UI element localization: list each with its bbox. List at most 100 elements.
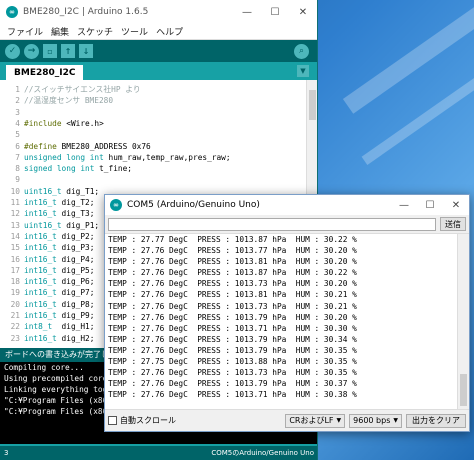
serial-output-line: TEMP : 27.76 DegC PRESS : 1013.81 hPa HU…	[108, 257, 357, 267]
tab-bme280-i2c[interactable]: BME280_I2C	[6, 65, 84, 80]
serial-output-line: TEMP : 27.76 DegC PRESS : 1013.71 hPa HU…	[108, 390, 357, 400]
code-token: #include	[24, 118, 62, 128]
line-number: 12	[10, 209, 20, 219]
line-number: 21	[10, 311, 20, 320]
line-number: 9	[15, 175, 20, 185]
line-number: 20	[10, 299, 20, 309]
close-icon[interactable]: ✕	[443, 195, 469, 215]
serial-window-title: COM5 (Arduino/Genuino Uno)	[127, 200, 260, 210]
maximize-icon[interactable]: ☐	[417, 195, 443, 215]
code-token: int16_t	[24, 231, 57, 241]
minimize-icon[interactable]: —	[233, 0, 261, 24]
tab-menu-chevron-down-icon[interactable]: ▼	[297, 65, 309, 77]
serial-monitor-window: ∞ COM5 (Arduino/Genuino Uno) — ☐ ✕ 送信 TE…	[104, 194, 470, 432]
serial-footer: 自動スクロール CRおよびLF ▼ 9600 bps ▼ 出力をクリア	[105, 409, 469, 431]
code-token: signed long int	[24, 164, 95, 174]
arduino-app-icon: ∞	[110, 199, 122, 211]
serial-output-line: TEMP : 27.76 DegC PRESS : 1013.73 hPa HU…	[108, 279, 357, 289]
line-number: 13	[10, 220, 20, 230]
menu-help[interactable]: ヘルプ	[152, 25, 187, 38]
menu-edit[interactable]: 編集	[47, 25, 73, 38]
code-token: //温湿度センサ BME280	[24, 96, 114, 106]
minimize-icon[interactable]: —	[391, 195, 417, 215]
serial-output[interactable]: TEMP : 27.77 DegC PRESS : 1013.87 hPa HU…	[105, 233, 469, 409]
arduino-app-icon: ∞	[6, 6, 18, 18]
code-token: int16_t	[24, 288, 57, 298]
ide-menubar: ファイル 編集 スケッチ ツール ヘルプ	[0, 24, 317, 40]
line-number: 14	[10, 231, 20, 241]
code-token: uint16_t	[24, 220, 62, 230]
menu-tools[interactable]: ツール	[117, 25, 152, 38]
clear-output-button[interactable]: 出力をクリア	[406, 413, 466, 428]
serial-output-line: TEMP : 27.76 DegC PRESS : 1013.79 hPa HU…	[108, 345, 357, 355]
close-icon[interactable]: ✕	[289, 0, 317, 24]
editor-scrollbar-thumb[interactable]	[309, 90, 316, 120]
code-token: t_fine;	[94, 164, 132, 174]
serial-titlebar: ∞ COM5 (Arduino/Genuino Uno) — ☐ ✕	[105, 195, 469, 215]
line-number: 17	[10, 265, 20, 275]
verify-icon[interactable]: ✓	[5, 43, 20, 59]
line-ending-select[interactable]: CRおよびLF ▼	[285, 413, 346, 428]
line-number: 7	[15, 152, 20, 162]
line-number: 16	[10, 254, 20, 264]
serial-output-line: TEMP : 27.76 DegC PRESS : 1013.79 hPa HU…	[108, 312, 357, 322]
send-button[interactable]: 送信	[440, 217, 466, 231]
code-line: 7 unsigned long int hum_raw,temp_raw,pres…	[0, 152, 304, 163]
code-token: dig_P7;	[56, 288, 95, 298]
code-token: int16_t	[24, 243, 57, 253]
baud-rate-select[interactable]: 9600 bps ▼	[349, 413, 402, 428]
serial-output-line: TEMP : 27.76 DegC PRESS : 1013.73 hPa HU…	[108, 301, 357, 311]
chevron-down-icon: ▼	[336, 417, 342, 424]
menu-file[interactable]: ファイル	[3, 25, 47, 38]
code-token: int16_t	[24, 311, 57, 320]
code-line: 3	[0, 107, 304, 118]
serial-output-line: TEMP : 27.76 DegC PRESS : 1013.73 hPa HU…	[108, 368, 357, 378]
code-line: 5	[0, 129, 304, 140]
serial-scrollbar[interactable]	[457, 234, 469, 409]
new-sketch-icon[interactable]: ▫	[43, 44, 57, 58]
serial-send-input[interactable]	[108, 217, 436, 231]
serial-output-line: TEMP : 27.76 DegC PRESS : 1013.79 hPa HU…	[108, 379, 357, 389]
footer-board-port: COM5のArduino/Genuino Uno	[211, 449, 314, 457]
menu-sketch[interactable]: スケッチ	[73, 25, 117, 38]
save-sketch-icon[interactable]: ↓	[79, 44, 93, 58]
code-token: int16_t	[24, 209, 57, 219]
code-token: BME280_ADDRESS 0x76	[56, 141, 151, 151]
ide-tab-bar: BME280_I2C ▼	[0, 62, 317, 80]
code-token: int16_t	[24, 299, 57, 309]
line-number: 8	[15, 164, 20, 174]
code-token: uint16_t	[24, 186, 62, 196]
code-line: 8 signed long int t_fine;	[0, 163, 304, 174]
open-sketch-icon[interactable]: ↑	[61, 44, 75, 58]
serial-monitor-icon[interactable]: ⌕	[294, 43, 309, 59]
code-token: dig_P6;	[56, 277, 95, 287]
upload-icon[interactable]: →	[24, 43, 39, 59]
line-number: 15	[10, 243, 20, 253]
code-line: 1 //スイッチサイエンス社HP より	[0, 84, 304, 95]
line-number: 22	[10, 322, 20, 332]
ide-titlebar: ∞ BME280_I2C | Arduino 1.6.5 — ☐ ✕	[0, 0, 317, 24]
code-token: #define	[24, 141, 57, 151]
code-token: dig_P1;	[61, 220, 100, 230]
footer-line-number: 3	[4, 449, 9, 457]
autoscroll-checkbox[interactable]	[108, 416, 117, 425]
serial-output-line: TEMP : 27.76 DegC PRESS : 1013.81 hPa HU…	[108, 290, 357, 300]
serial-output-line: TEMP : 27.76 DegC PRESS : 1013.87 hPa HU…	[108, 268, 357, 278]
code-line: 4 #include <Wire.h>	[0, 118, 304, 129]
serial-output-line: TEMP : 27.77 DegC PRESS : 1013.87 hPa HU…	[108, 235, 357, 244]
serial-output-line: TEMP : 27.76 DegC PRESS : 1013.79 hPa HU…	[108, 334, 357, 344]
code-token: unsigned long int	[24, 152, 104, 162]
chevron-down-icon: ▼	[393, 417, 398, 424]
line-ending-value: CRおよびLF	[289, 416, 334, 425]
serial-scrollbar-thumb[interactable]	[460, 374, 467, 406]
code-line: 2 //温湿度センサ BME280	[0, 95, 304, 106]
code-token: dig_H1;	[52, 322, 95, 332]
ide-window-title: BME280_I2C | Arduino 1.6.5	[23, 7, 149, 17]
line-number: 23	[10, 333, 20, 343]
line-number: 5	[15, 130, 20, 140]
ide-toolbar: ✓ → ▫ ↑ ↓ ⌕	[0, 40, 317, 62]
maximize-icon[interactable]: ☐	[261, 0, 289, 24]
line-number: 4	[15, 118, 20, 128]
code-line: 9	[0, 174, 304, 185]
code-token: dig_P3;	[56, 243, 95, 253]
